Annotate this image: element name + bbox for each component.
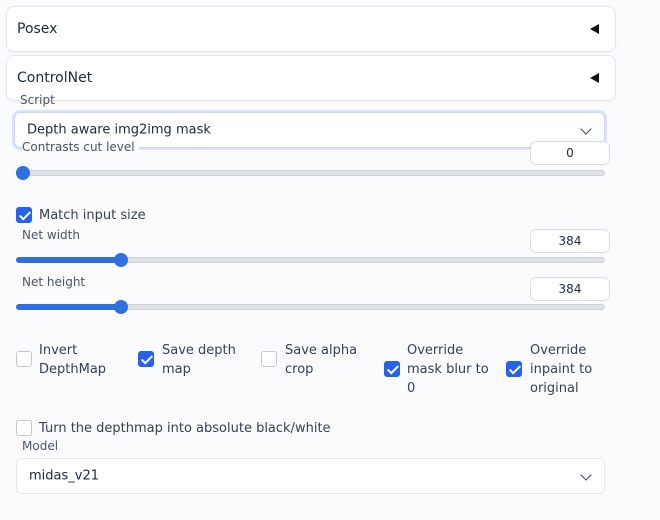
net-height-number-input[interactable]: 384 [530, 277, 610, 301]
option-label-line: 0 [407, 381, 416, 396]
option-label-line: Override [407, 343, 464, 358]
slider-track [16, 170, 605, 176]
slider-thumb[interactable] [113, 300, 128, 314]
net-height-label: Net height [22, 275, 86, 289]
script-label: Script [20, 93, 55, 107]
option-label-line: original [530, 381, 579, 396]
collapse-arrow-icon[interactable] [590, 73, 599, 83]
override-inpaint-label: Override inpaint to original [530, 341, 592, 398]
absolute-bw-checkbox[interactable] [16, 420, 32, 436]
chevron-down-icon [580, 123, 592, 135]
option-label-line: Save alpha [285, 343, 358, 358]
net-width-slider[interactable] [16, 253, 605, 267]
save-alpha-crop-checkbox[interactable] [261, 351, 277, 367]
slider-thumb[interactable] [16, 166, 30, 180]
match-input-size-checkbox[interactable] [16, 207, 32, 223]
option-label-line: DepthMap [39, 362, 107, 377]
contrasts-number-input[interactable]: 0 [530, 141, 610, 165]
controlnet-accordion[interactable]: ControlNet [6, 55, 616, 101]
override-inpaint-checkbox[interactable] [506, 361, 522, 377]
save-depth-map-label: Save depth map [162, 341, 236, 379]
contrasts-label: Contrasts cut level [22, 140, 139, 154]
option-label-line: inpaint to [530, 362, 593, 377]
option-label-line: Override [530, 343, 587, 358]
save-depth-map-checkbox[interactable] [138, 351, 154, 367]
save-alpha-crop-label: Save alpha crop [285, 341, 357, 379]
match-input-size-label: Match input size [39, 208, 146, 223]
override-mask-blur-label: Override mask blur to 0 [407, 341, 489, 398]
option-label-line: crop [285, 362, 314, 377]
invert-depthmap-checkbox[interactable] [16, 351, 32, 367]
option-label-line: Save depth [162, 343, 236, 358]
collapse-arrow-icon[interactable] [590, 24, 599, 34]
net-width-number-input[interactable]: 384 [530, 229, 610, 253]
chevron-down-icon [580, 469, 592, 481]
model-selected-value: midas_v21 [29, 468, 100, 484]
net-height-slider[interactable] [16, 300, 605, 314]
slider-fill [16, 257, 121, 263]
posex-accordion[interactable]: Posex [6, 6, 616, 52]
script-selected-value: Depth aware img2img mask [27, 122, 211, 138]
absolute-bw-label: Turn the depthmap into absolute black/wh… [39, 421, 331, 436]
invert-depthmap-label: Invert DepthMap [39, 341, 106, 379]
option-label-line: Invert [39, 343, 78, 358]
posex-title: Posex [17, 21, 58, 37]
slider-fill [16, 304, 121, 310]
option-label-line: map [162, 362, 191, 377]
model-label: Model [22, 439, 59, 453]
controlnet-title: ControlNet [17, 70, 93, 86]
contrasts-slider[interactable] [16, 166, 605, 180]
model-select[interactable]: midas_v21 [16, 458, 605, 494]
option-label-line: mask blur to [407, 362, 489, 377]
net-width-label: Net width [22, 228, 80, 242]
override-mask-blur-checkbox[interactable] [384, 361, 400, 377]
slider-thumb[interactable] [113, 253, 128, 267]
